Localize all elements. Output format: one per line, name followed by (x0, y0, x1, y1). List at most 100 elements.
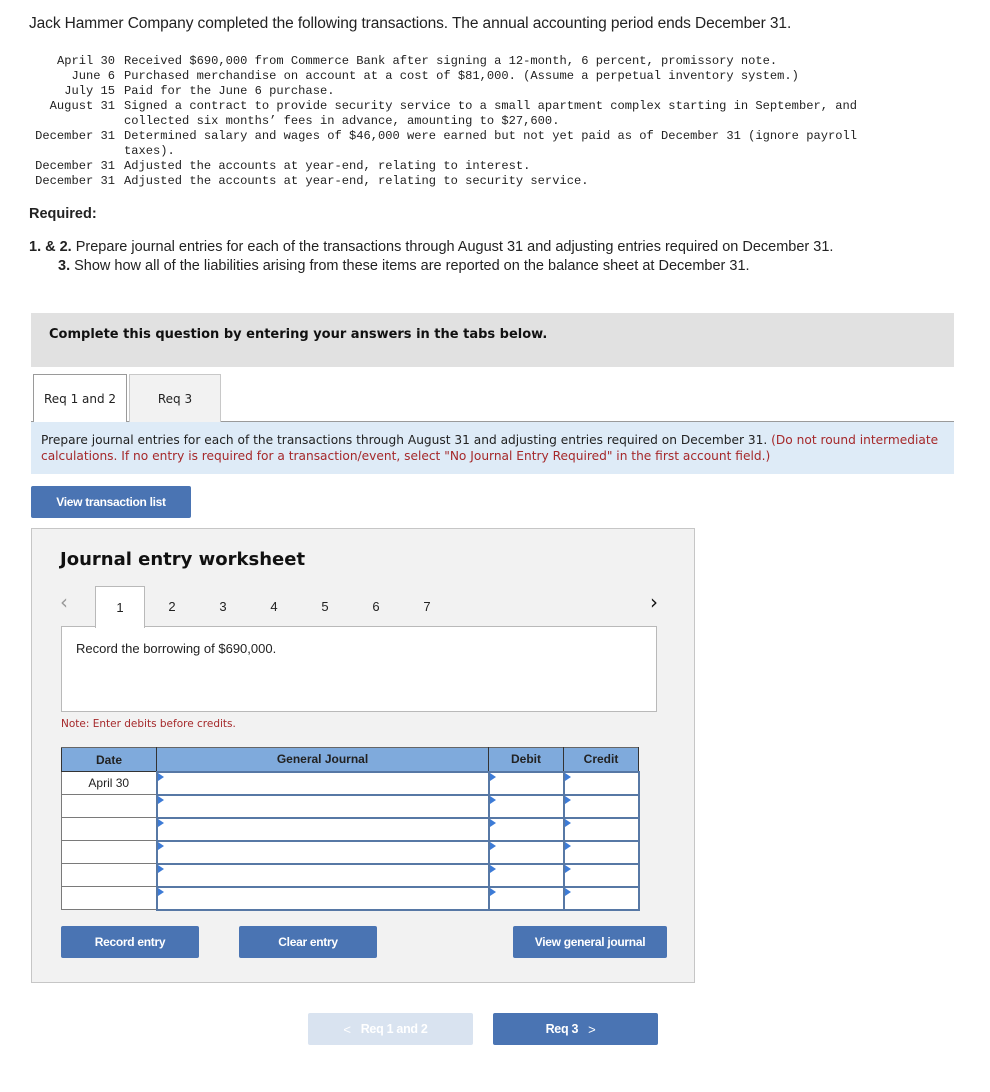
dropdown-indicator-icon (157, 795, 164, 804)
dropdown-indicator-icon (564, 795, 571, 804)
account-input[interactable] (157, 795, 488, 817)
transaction-row: July 15 Paid for the June 6 purchase. (29, 84, 915, 99)
transaction-date: June 6 (71, 69, 115, 83)
tab-instructions: Prepare journal entries for each of the … (31, 422, 954, 474)
tab-req-1-and-2[interactable]: Req 1 and 2 (33, 374, 127, 423)
journal-row (61, 793, 640, 819)
prev-req-button[interactable]: < Req 1 and 2 (308, 1013, 473, 1045)
dropdown-indicator-icon (564, 772, 571, 781)
chevron-right-icon[interactable]: › (650, 590, 658, 614)
transaction-row: August 31 Signed a contract to provide se… (29, 99, 915, 129)
entry-pager: ‹ 1 2 3 4 5 6 7 › (32, 586, 694, 628)
header-general-journal: General Journal (156, 747, 489, 772)
next-req-button[interactable]: Req 3 > (493, 1013, 658, 1045)
transaction-description: Adjusted the accounts at year-end, relat… (124, 159, 531, 173)
credit-input[interactable] (564, 795, 638, 817)
page-tab-2[interactable]: 2 (152, 586, 192, 627)
transaction-description: Adjusted the accounts at year-end, relat… (124, 174, 589, 188)
credit-input[interactable] (564, 841, 638, 863)
account-cell (155, 862, 490, 888)
requirement-number: 3. (58, 258, 71, 274)
page-tab-3[interactable]: 3 (203, 586, 243, 627)
requirement-3: 3. Show how all of the liabilities arisi… (58, 258, 750, 274)
transaction-description: Signed a contract to provide security se… (124, 99, 865, 128)
clear-entry-button[interactable]: Clear entry (239, 926, 377, 958)
account-input[interactable] (157, 887, 488, 909)
tab-req-3[interactable]: Req 3 (129, 374, 221, 422)
page-tab-7[interactable]: 7 (407, 586, 447, 627)
journal-row (61, 816, 640, 842)
account-cell (155, 839, 490, 865)
credit-cell (562, 839, 640, 865)
transaction-description: Received $690,000 from Commerce Bank aft… (124, 54, 778, 68)
dropdown-indicator-icon (489, 795, 496, 804)
debit-input[interactable] (489, 864, 563, 886)
banner-text: Complete this question by entering your … (49, 327, 548, 342)
dropdown-indicator-icon (564, 887, 571, 896)
transaction-date: December 31 (35, 159, 115, 173)
next-req-label: Req 3 (545, 1022, 579, 1036)
dropdown-indicator-icon (157, 818, 164, 827)
header-debit: Debit (488, 747, 564, 772)
credit-cell (562, 885, 640, 911)
instruction-banner: Complete this question by entering your … (31, 313, 954, 367)
date-cell: April 30 (61, 771, 157, 795)
chevron-left-icon[interactable]: ‹ (60, 590, 68, 614)
account-cell (155, 816, 490, 842)
credit-cell (562, 793, 640, 819)
credit-cell (562, 770, 640, 796)
requirement-number: 1. & 2. (29, 239, 72, 255)
account-input[interactable] (157, 818, 488, 840)
entry-description-box: Record the borrowing of $690,000. (61, 626, 657, 712)
account-input[interactable] (157, 841, 488, 863)
debit-input[interactable] (489, 841, 563, 863)
transaction-row: June 6 Purchased merchandise on account a… (29, 69, 915, 84)
credit-input[interactable] (564, 772, 638, 794)
credit-cell (562, 862, 640, 888)
account-input[interactable] (157, 772, 488, 794)
instructions-text: Prepare journal entries for each of the … (41, 433, 772, 447)
account-cell (155, 793, 490, 819)
dropdown-indicator-icon (157, 864, 164, 873)
debit-cell (487, 839, 565, 865)
dropdown-indicator-icon (564, 864, 571, 873)
credit-input[interactable] (564, 818, 638, 840)
general-journal-table: Date General Journal Debit Credit April … (61, 747, 640, 911)
debit-input[interactable] (489, 887, 563, 909)
dropdown-indicator-icon (157, 841, 164, 850)
account-input[interactable] (157, 864, 488, 886)
dropdown-indicator-icon (489, 887, 496, 896)
transaction-date: April 30 (56, 54, 115, 68)
date-cell (61, 886, 157, 910)
dropdown-indicator-icon (489, 841, 496, 850)
record-entry-button[interactable]: Record entry (61, 926, 199, 958)
dropdown-indicator-icon (564, 818, 571, 827)
requirement-tabs: Req 1 and 2 Req 3 (31, 374, 954, 423)
requirement-text: Prepare journal entries for each of the … (71, 239, 834, 255)
page-tab-6[interactable]: 6 (356, 586, 396, 627)
transaction-date: December 31 (35, 129, 115, 143)
debit-credit-note: Note: Enter debits before credits. (61, 718, 236, 730)
view-general-journal-button[interactable]: View general journal (513, 926, 667, 958)
journal-row (61, 839, 640, 865)
debit-cell (487, 793, 565, 819)
page-tab-4[interactable]: 4 (254, 586, 294, 627)
debit-cell (487, 816, 565, 842)
debit-input[interactable] (489, 818, 563, 840)
account-cell (155, 885, 490, 911)
credit-input[interactable] (564, 864, 638, 886)
debit-input[interactable] (489, 772, 563, 794)
view-transaction-list-button[interactable]: View transaction list (31, 486, 191, 518)
page-tab-1[interactable]: 1 (95, 586, 145, 628)
credit-input[interactable] (564, 887, 638, 909)
credit-cell (562, 816, 640, 842)
date-cell (61, 863, 157, 887)
journal-row: April 30 (61, 770, 640, 796)
page-tab-5[interactable]: 5 (305, 586, 345, 627)
transaction-description: Purchased merchandise on account at a co… (124, 69, 799, 83)
debit-input[interactable] (489, 795, 563, 817)
transaction-date: July 15 (64, 84, 115, 98)
account-cell (155, 770, 490, 796)
requirement-text: Show how all of the liabilities arising … (70, 258, 750, 274)
dropdown-indicator-icon (489, 864, 496, 873)
